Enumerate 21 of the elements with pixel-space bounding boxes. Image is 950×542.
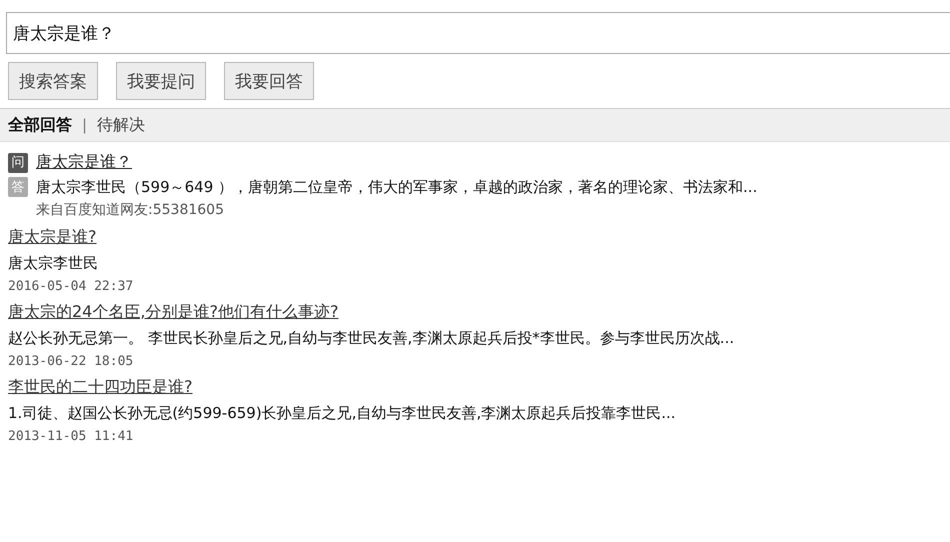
result-snippet: 1.司徒、赵国公长孙无忌(约599-659)长孙皇后之兄,自幼与李世民友善,李渊太原起兵后投靠李世民... xyxy=(8,404,676,423)
question-link[interactable]: 唐太宗是谁？ xyxy=(36,152,132,173)
result-date: 2016-05-04 22:37 xyxy=(8,279,134,294)
tab-separator: | xyxy=(82,116,88,134)
result-title-link[interactable]: 唐太宗的24个名臣,分别是谁?他们有什么事迹? xyxy=(8,302,338,323)
result-date: 2013-11-05 11:41 xyxy=(8,429,134,444)
answer-badge: 答 xyxy=(8,177,28,197)
result-snippet: 赵公长孙无忌第一。 李世民长孙皇后之兄,自幼与李世民友善,李渊太原起兵后投*李世民。参与李世民历次战... xyxy=(8,329,734,348)
result-title-link[interactable]: 李世民的二十四功臣是谁? xyxy=(8,377,192,398)
search-field[interactable]: 唐太宗是谁？ xyxy=(6,12,950,54)
result-date: 2013-06-22 18:05 xyxy=(8,354,134,369)
question-badge: 问 xyxy=(8,152,28,172)
action-button[interactable]: 搜索答案 xyxy=(8,62,98,100)
tab[interactable]: 待解决 xyxy=(97,114,146,136)
answer-source: 来自百度知道网友:55381605 xyxy=(36,201,225,219)
result-title-link[interactable]: 唐太宗是谁? xyxy=(8,227,96,248)
result-snippet: 唐太宗李世民 xyxy=(8,254,98,273)
action-button[interactable]: 我要提问 xyxy=(116,62,206,100)
action-button[interactable]: 我要回答 xyxy=(224,62,314,100)
tab[interactable]: 全部回答 xyxy=(8,114,72,136)
answer-text: 唐太宗李世民（599～649 ），唐朝第二位皇帝，伟大的军事家，卓越的政治家，著名的理论家、书法家和... xyxy=(36,178,758,196)
